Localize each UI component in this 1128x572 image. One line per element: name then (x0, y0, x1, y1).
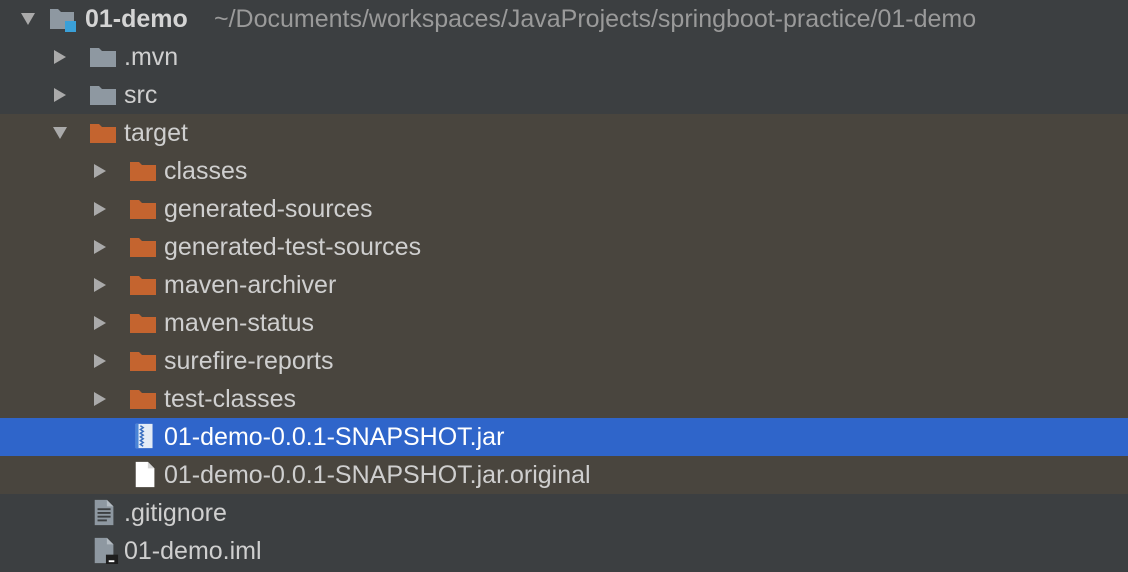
expanded-arrow-icon[interactable] (18, 0, 38, 38)
tree-row-maven-archiver[interactable]: maven-archiver (0, 266, 1128, 304)
tree-row-project-root[interactable]: 01-demo ~/Documents/workspaces/JavaProje… (0, 0, 1128, 38)
project-name: 01-demo (85, 5, 188, 33)
excluded-folder-icon (130, 352, 156, 371)
tree-item-label: generated-sources (164, 195, 373, 223)
tree-row-classes[interactable]: classes (0, 152, 1128, 190)
tree-item-label: target (124, 119, 188, 147)
folder-icon (90, 48, 116, 67)
tree-item-label: 01-demo-0.0.1-SNAPSHOT.jar.original (164, 461, 591, 489)
tree-item-label: generated-test-sources (164, 233, 422, 261)
collapsed-arrow-icon[interactable] (90, 304, 110, 342)
tree-row-maven-status[interactable]: maven-status (0, 304, 1128, 342)
text-file-icon (94, 499, 114, 526)
excluded-folder-icon (130, 200, 156, 219)
collapsed-arrow-icon[interactable] (50, 38, 70, 76)
folder-icon (90, 86, 116, 105)
tree-row-test-classes[interactable]: test-classes (0, 380, 1128, 418)
tree-row-surefire-reports[interactable]: surefire-reports (0, 342, 1128, 380)
tree-row-target[interactable]: target (0, 114, 1128, 152)
excluded-folder-icon (130, 238, 156, 257)
tree-item-label: 01-demo.iml (124, 537, 262, 565)
expanded-arrow-icon[interactable] (50, 114, 70, 152)
project-tree: 01-demo ~/Documents/workspaces/JavaProje… (0, 0, 1128, 572)
project-module-icon (50, 9, 76, 32)
tree-row-snapshot-jar[interactable]: 01-demo-0.0.1-SNAPSHOT.jar (0, 418, 1128, 456)
collapsed-arrow-icon[interactable] (50, 76, 70, 114)
tree-item-label: surefire-reports (164, 347, 334, 375)
collapsed-arrow-icon[interactable] (90, 228, 110, 266)
iml-file-icon (94, 537, 119, 564)
collapsed-arrow-icon[interactable] (90, 380, 110, 418)
tree-item-label: maven-status (164, 309, 315, 337)
tree-row-iml[interactable]: 01-demo.iml (0, 532, 1128, 570)
project-path: ~/Documents/workspaces/JavaProjects/spri… (214, 5, 977, 33)
tree-item-label: classes (164, 157, 248, 185)
collapsed-arrow-icon[interactable] (90, 190, 110, 228)
collapsed-arrow-icon[interactable] (90, 342, 110, 380)
tree-item-label: 01-demo-0.0.1-SNAPSHOT.jar (164, 423, 505, 451)
tree-row-snapshot-jar-original[interactable]: 01-demo-0.0.1-SNAPSHOT.jar.original (0, 456, 1128, 494)
tree-row-generated-test-sources[interactable]: generated-test-sources (0, 228, 1128, 266)
jar-archive-icon (135, 423, 153, 449)
tree-row-src[interactable]: src (0, 76, 1128, 114)
tree-row-mvn[interactable]: .mvn (0, 38, 1128, 76)
tree-item-label: maven-archiver (164, 271, 337, 299)
excluded-folder-icon (90, 124, 116, 143)
tree-item-label: .gitignore (124, 499, 227, 527)
collapsed-arrow-icon[interactable] (90, 266, 110, 304)
collapsed-arrow-icon[interactable] (90, 152, 110, 190)
tree-item-label: test-classes (164, 385, 296, 413)
excluded-folder-icon (130, 276, 156, 295)
excluded-folder-icon (130, 390, 156, 409)
tree-item-label: .mvn (124, 43, 179, 71)
file-icon (135, 461, 155, 488)
tree-row-gitignore[interactable]: .gitignore (0, 494, 1128, 532)
tree-item-label: src (124, 81, 158, 109)
excluded-folder-icon (130, 162, 156, 181)
tree-row-generated-sources[interactable]: generated-sources (0, 190, 1128, 228)
excluded-folder-icon (130, 314, 156, 333)
